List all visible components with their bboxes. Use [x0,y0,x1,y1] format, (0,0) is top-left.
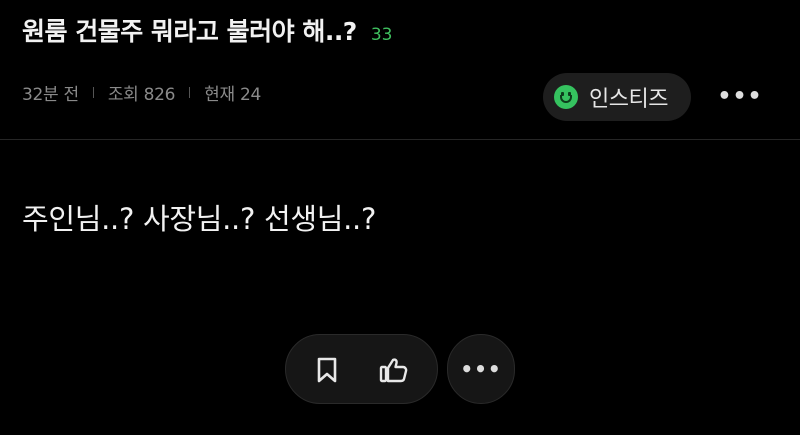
channel-name: 인스티즈 [589,87,668,112]
like-button[interactable] [371,347,417,393]
channel-badge[interactable]: 인스티즈 [543,73,691,121]
meta-separator [189,87,191,98]
post-actions [285,334,438,404]
post-header: 원룸 건물주 뭐라고 불러야 해..? 33 [22,12,392,48]
smile-icon [554,85,578,109]
divider [0,139,800,140]
post-meta: 32분 전 조회 826 현재 24 [22,80,261,105]
bookmark-icon [317,357,337,383]
comment-count[interactable]: 33 [371,25,393,45]
post-current-viewers: 현재 24 [204,85,261,105]
post-body: 주인님..? 사장님..? 선생님..? [22,202,377,236]
more-options-icon[interactable]: ••• [717,82,761,110]
post-title: 원룸 건물주 뭐라고 불러야 해..? [22,17,357,46]
thumbs-up-icon [379,358,408,383]
more-actions-button[interactable]: ••• [447,334,515,404]
post-time: 32분 전 [22,85,79,105]
bookmark-button[interactable] [304,347,350,393]
meta-separator [92,87,94,98]
post-views: 조회 826 [107,85,176,105]
